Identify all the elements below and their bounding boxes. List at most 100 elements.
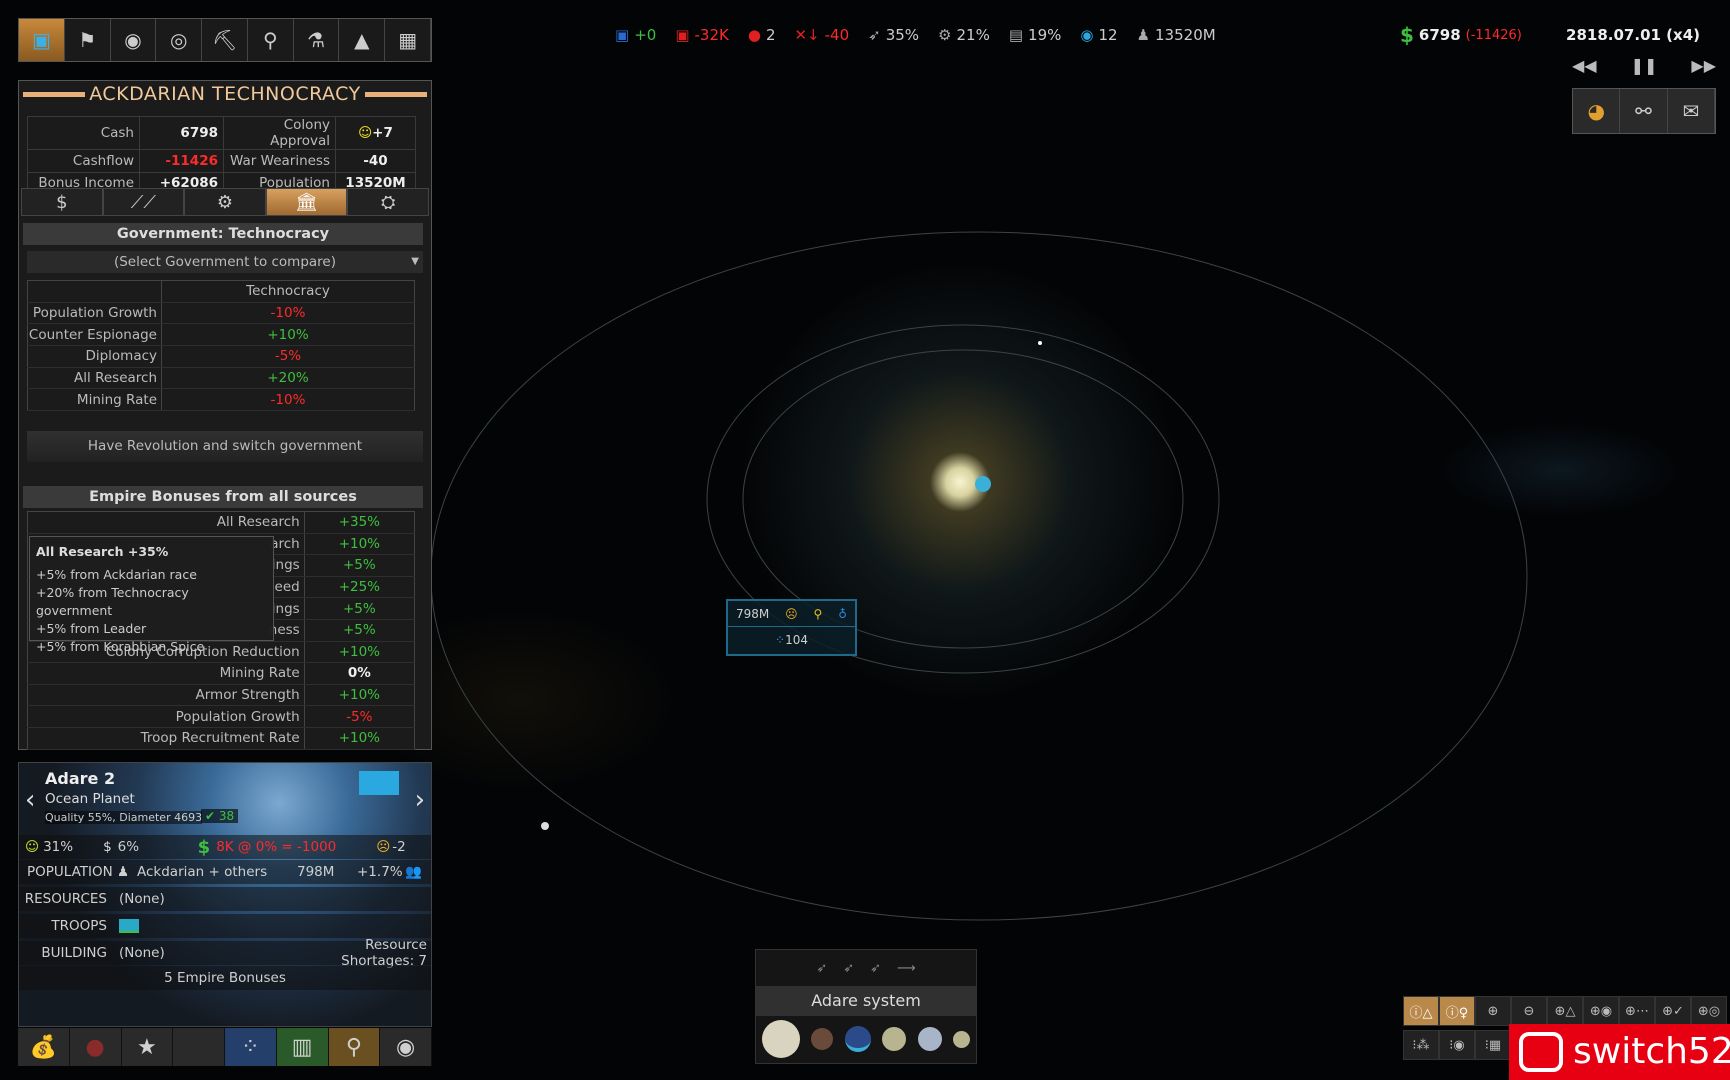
map-filter-button[interactable]: ⁝⁂ — [1403, 1030, 1439, 1060]
stat-value-text: -40 — [363, 152, 388, 169]
ship-icon[interactable]: ➶ — [816, 961, 827, 976]
planet-icon[interactable] — [882, 1027, 907, 1051]
government-compare-table: Technocracy Population Growth -10% Counter … — [27, 280, 415, 412]
race-value: Ackdarian + others — [137, 864, 268, 880]
compare-value: +20% — [161, 367, 415, 390]
resource-value[interactable]: 35% — [886, 26, 919, 44]
population-icon: ♟ — [1136, 26, 1151, 44]
empire-panel: ACKDARIAN TECHNOCRACY Cash 6798 Colony App… — [18, 80, 432, 750]
map-filter-button[interactable]: ⊕◎ — [1691, 996, 1727, 1026]
blank-cell — [27, 280, 162, 303]
rewind-button[interactable]: ◀◀ — [1572, 56, 1597, 75]
fleet-ships: ➶ ➶ ➶ ⟶ — [756, 950, 976, 986]
ship-icon[interactable]: ➶ — [843, 961, 854, 976]
planet-icon[interactable] — [811, 1028, 834, 1050]
empire-title: ACKDARIAN TECHNOCRACY — [19, 83, 431, 105]
mail-icon[interactable]: ✉ — [1667, 89, 1715, 133]
map-filter-button[interactable]: ⊕✓ — [1655, 996, 1691, 1026]
colonies-icon: ◉ — [1080, 26, 1094, 44]
galaxy-map-icon[interactable]: ◕ — [1573, 89, 1621, 133]
map-filter-button[interactable]: ⁝◉ — [1439, 1030, 1475, 1060]
planet-icon[interactable] — [844, 1026, 871, 1052]
ship-hook-icon[interactable]: ⚲ — [248, 19, 294, 61]
empire-flag-icon[interactable]: ▣ — [19, 19, 65, 61]
map-filter-button[interactable]: ⊕△ — [1547, 996, 1583, 1026]
planet-map-label[interactable]: 798M ☹ ⚲ ♁ ⁘104 — [726, 599, 857, 656]
approval-value: -2 — [392, 839, 406, 855]
star-icon[interactable] — [761, 1020, 800, 1058]
money-display: $6798 (-11426) — [1400, 22, 1522, 48]
red-bag-icon[interactable]: ● — [69, 1028, 122, 1066]
map-filter-button[interactable]: ⊖ — [1511, 996, 1547, 1026]
tooltip-line: +20% from Technocracy government — [36, 585, 189, 618]
stat-value: ☺+7 — [335, 116, 416, 150]
ship-icon[interactable]: ⟶ — [897, 961, 916, 976]
map-filter-button[interactable]: ⁝▦ — [1475, 1030, 1511, 1060]
resource-value[interactable]: 21% — [957, 26, 990, 44]
resource-value[interactable]: -40 — [825, 26, 850, 44]
policy-tab[interactable]: ⛭ — [347, 188, 429, 216]
tax-tab[interactable]: ⚙ — [184, 188, 266, 216]
government-select[interactable]: (Select Government to compare) ▼ — [27, 251, 423, 273]
happiness-icon: ☺ — [25, 839, 40, 855]
pirate-icon: ▣ — [675, 26, 690, 44]
select-placeholder: (Select Government to compare) — [113, 254, 337, 270]
resource-value[interactable]: 2 — [766, 26, 776, 44]
ship-icon[interactable]: ➶ — [870, 961, 881, 976]
revolution-button[interactable]: Have Revolution and switch government — [27, 431, 423, 462]
building-icon[interactable]: ▥ — [276, 1028, 329, 1066]
resource-shortages: Resource Shortages: 7 — [341, 937, 427, 969]
resource-value[interactable]: -32K — [695, 26, 729, 44]
system-panel: ➶ ➶ ➶ ⟶ Adare system — [755, 949, 977, 1064]
cash-tab[interactable]: $ — [21, 188, 103, 216]
prev-planet-button[interactable]: ‹ — [25, 785, 35, 815]
troop-icon[interactable] — [119, 919, 139, 933]
planet-panel: Adare 2 Ocean Planet Quality 55%, Diamet… — [18, 762, 432, 1027]
research-flask-icon[interactable]: ⚗ — [294, 19, 340, 61]
ship-hook-icon[interactable]: ⚲ — [328, 1028, 381, 1066]
bonus-row: Troop Recruitment Rate +10% — [27, 727, 415, 750]
trends-tab[interactable]: ⟋⟋ — [102, 188, 185, 216]
bonus-value: 0% — [304, 662, 415, 685]
pause-button[interactable]: ❚❚ — [1631, 56, 1658, 75]
map-filter-button[interactable]: ⓘ♀ — [1439, 996, 1475, 1026]
mining-pick-icon[interactable]: ⛏ — [202, 19, 248, 61]
fleet-icon[interactable]: ▲ — [339, 19, 386, 61]
planet-icon[interactable] — [953, 1030, 971, 1048]
hook-icon: ⚲ — [813, 606, 823, 621]
empire-flag-icon — [359, 771, 399, 795]
road-icon: ▤ — [1008, 26, 1024, 44]
resource-value[interactable]: 12 — [1098, 26, 1117, 44]
tooltip-line: +5% from Leader — [36, 621, 147, 636]
planet-flag-icon[interactable]: ◉ — [380, 1028, 432, 1066]
bonus-value: -5% — [304, 705, 415, 728]
planet-icon[interactable] — [917, 1027, 942, 1051]
star-icon[interactable]: ★ — [121, 1028, 174, 1066]
resource-value[interactable]: 13520M — [1155, 26, 1216, 44]
population-grid-icon[interactable]: ▦ — [385, 19, 432, 61]
bonus-label: Mining Rate — [27, 662, 305, 685]
planet-flag-icon[interactable]: ◉ — [111, 19, 157, 61]
fast-forward-button[interactable]: ▶▶ — [1691, 56, 1716, 75]
compare-label: Mining Rate — [27, 388, 162, 412]
diplomacy-flags-icon[interactable]: ⚑ — [65, 19, 111, 61]
troops-icon[interactable]: ⁘ — [225, 1028, 277, 1066]
main-toolbar: ▣ ⚑ ◉ ◎ ⛏ ⚲ ⚗ ▲ ▦ — [18, 18, 432, 62]
next-planet-button[interactable]: › — [415, 785, 425, 815]
map-filter-button[interactable]: ⓘ△ — [1403, 996, 1439, 1026]
resource-value[interactable]: +0 — [634, 26, 656, 44]
empire-bonuses-link[interactable]: 5 Empire Bonuses — [19, 966, 431, 990]
map-filter-button[interactable]: ⊕⋯ — [1619, 996, 1655, 1026]
blank-tab[interactable] — [173, 1028, 225, 1066]
map-filter-button[interactable]: ⊕ — [1475, 996, 1511, 1026]
system-planets — [756, 1016, 976, 1062]
resource-value[interactable]: 19% — [1028, 26, 1061, 44]
diplomacy-icon[interactable]: ⚯ — [1620, 89, 1668, 133]
tax-bag-icon[interactable]: 💰 — [18, 1028, 70, 1066]
radar-icon[interactable]: ◎ — [156, 19, 203, 61]
empire-bonuses-label: 5 Empire Bonuses — [164, 970, 286, 986]
tooltip: All Research +35% +5% from Ackdarian race… — [29, 536, 274, 654]
government-tab[interactable]: 🏛 — [265, 188, 348, 216]
map-filter-button[interactable]: ⊕◉ — [1583, 996, 1619, 1026]
bonus-value: +10% — [304, 727, 415, 750]
